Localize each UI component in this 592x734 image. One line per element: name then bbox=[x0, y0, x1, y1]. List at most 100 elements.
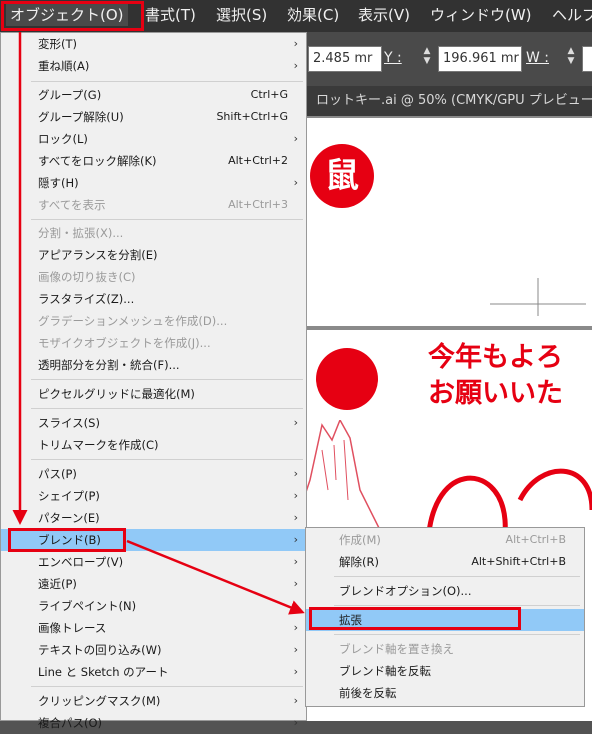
greeting-line-1: 今年もよろ bbox=[428, 342, 563, 373]
submenu-item-reverse-front-back[interactable]: 前後を反転 bbox=[306, 682, 584, 704]
menu-item-shape[interactable]: シェイプ(P) › bbox=[1, 485, 306, 507]
submenu-item-reverse-spine[interactable]: ブレンド軸を反転 bbox=[306, 660, 584, 682]
menu-item-trim-marks[interactable]: トリムマークを作成(C) bbox=[1, 434, 306, 456]
menu-item-hide[interactable]: 隠す(H) › bbox=[1, 172, 306, 194]
annotation-box-expand bbox=[309, 607, 521, 630]
chevron-right-icon: › bbox=[293, 59, 298, 72]
menu-item-label: 遠近(P) bbox=[38, 577, 77, 591]
menu-item-label: トリムマークを作成(C) bbox=[38, 438, 159, 452]
menu-item-path[interactable]: パス(P) › bbox=[1, 463, 306, 485]
menu-help[interactable]: ヘルプ bbox=[552, 4, 592, 26]
artboard-1: 鼠 bbox=[300, 118, 592, 326]
chevron-right-icon: › bbox=[293, 716, 298, 729]
menu-separator bbox=[31, 408, 303, 409]
chevron-right-icon: › bbox=[293, 599, 298, 612]
menu-item-mosaic: モザイクオブジェクトを作成(J)... bbox=[1, 332, 306, 354]
chevron-right-icon: › bbox=[293, 621, 298, 634]
menu-item-label: モザイクオブジェクトを作成(J)... bbox=[38, 336, 211, 350]
menu-item-image-trace[interactable]: 画像トレース › bbox=[1, 617, 306, 639]
menu-item-pattern[interactable]: パターン(E) › bbox=[1, 507, 306, 529]
menu-item-group[interactable]: グループ(G) Ctrl+G bbox=[1, 84, 306, 106]
menu-window[interactable]: ウィンドウ(W) bbox=[430, 4, 532, 26]
submenu-item-label: 作成(M) bbox=[339, 533, 381, 547]
menu-item-arrange[interactable]: 重ね順(A) › bbox=[1, 55, 306, 77]
chevron-right-icon: › bbox=[293, 694, 298, 707]
menu-item-lock[interactable]: ロック(L) › bbox=[1, 128, 306, 150]
menu-separator bbox=[334, 634, 580, 635]
menu-item-compound-path[interactable]: 複合パス(O) › bbox=[1, 712, 306, 734]
menu-item-rasterize[interactable]: ラスタライズ(Z)... bbox=[1, 288, 306, 310]
menu-separator bbox=[31, 686, 303, 687]
submenu-item-release[interactable]: 解除(R) Alt+Shift+Ctrl+B bbox=[306, 551, 584, 573]
menu-separator bbox=[334, 605, 580, 606]
menu-item-envelope[interactable]: エンベロープ(V) › bbox=[1, 551, 306, 573]
menu-item-live-paint[interactable]: ライブペイント(N) › bbox=[1, 595, 306, 617]
menu-item-shortcut: Alt+Ctrl+2 bbox=[228, 154, 288, 167]
menu-item-slice[interactable]: スライス(S) › bbox=[1, 412, 306, 434]
greeting-line-2: お願いいた bbox=[428, 378, 563, 409]
document-tab-bar: ロットキー.ai @ 50% (CMYK/GPU プレビュー) bbox=[300, 86, 592, 116]
menu-item-label: ラスタライズ(Z)... bbox=[38, 292, 135, 306]
menu-item-crop-image: 画像の切り抜き(C) bbox=[1, 266, 306, 288]
menu-separator bbox=[334, 576, 580, 577]
menu-item-line-sketch[interactable]: Line と Sketch のアート › bbox=[1, 661, 306, 683]
menu-separator bbox=[31, 459, 303, 460]
chevron-right-icon: › bbox=[293, 643, 298, 656]
submenu-item-label: ブレンドオプション(O)... bbox=[339, 584, 472, 598]
chevron-right-icon: › bbox=[293, 489, 298, 502]
submenu-item-label: 解除(R) bbox=[339, 555, 379, 569]
w-value-field[interactable] bbox=[582, 46, 592, 72]
menu-item-show-all: すべてを表示 Alt+Ctrl+3 bbox=[1, 194, 306, 216]
menu-item-label: テキストの回り込み(W) bbox=[38, 643, 162, 657]
w-label: W : bbox=[526, 50, 550, 66]
menu-item-gradient-mesh: グラデーションメッシュを作成(D)... bbox=[1, 310, 306, 332]
document-tab[interactable]: ロットキー.ai @ 50% (CMYK/GPU プレビュー) bbox=[300, 86, 592, 116]
menu-type[interactable]: 書式(T) bbox=[145, 4, 196, 26]
menu-separator bbox=[31, 219, 303, 220]
y-stepper-icon[interactable]: ▲ ▼ bbox=[420, 46, 434, 70]
menu-item-label: エンベロープ(V) bbox=[38, 555, 124, 569]
chevron-right-icon: › bbox=[293, 577, 298, 590]
menu-item-flatten-transparency[interactable]: 透明部分を分割・統合(F)... bbox=[1, 354, 306, 376]
menu-item-pixel-perfect[interactable]: ピクセルグリッドに最適化(M) bbox=[1, 383, 306, 405]
crop-mark-icon bbox=[490, 278, 586, 316]
submenu-item-blend-options[interactable]: ブレンドオプション(O)... bbox=[306, 580, 584, 602]
menu-item-text-wrap[interactable]: テキストの回り込み(W) › bbox=[1, 639, 306, 661]
menu-item-ungroup[interactable]: グループ解除(U) Shift+Ctrl+G bbox=[1, 106, 306, 128]
menu-item-label: アピアランスを分割(E) bbox=[38, 248, 158, 262]
menu-item-transform[interactable]: 変形(T) › bbox=[1, 33, 306, 55]
submenu-item-replace-spine: ブレンド軸を置き換え bbox=[306, 638, 584, 660]
menu-item-label: 変形(T) bbox=[38, 37, 77, 51]
y-value-field[interactable]: 196.961 mr bbox=[438, 46, 522, 72]
menu-separator bbox=[31, 81, 303, 82]
menu-item-clipping-mask[interactable]: クリッピングマスク(M) › bbox=[1, 690, 306, 712]
menu-item-label: シェイプ(P) bbox=[38, 489, 100, 503]
menu-item-label: 画像トレース bbox=[38, 621, 107, 635]
menu-item-expand-appearance[interactable]: アピアランスを分割(E) bbox=[1, 244, 306, 266]
menu-item-label: すべてを表示 bbox=[38, 198, 106, 212]
menu-item-expand: 分割・拡張(X)... bbox=[1, 222, 306, 244]
y-label: Y : bbox=[384, 50, 402, 66]
menu-item-label: 隠す(H) bbox=[38, 176, 79, 190]
chevron-right-icon: › bbox=[293, 533, 298, 546]
chevron-right-icon: › bbox=[293, 511, 298, 524]
menu-separator bbox=[31, 379, 303, 380]
chevron-right-icon: › bbox=[293, 467, 298, 480]
menu-effect[interactable]: 効果(C) bbox=[287, 4, 339, 26]
menu-item-label: 複合パス(O) bbox=[38, 716, 103, 730]
menu-item-label: クリッピングマスク(M) bbox=[38, 694, 161, 708]
menu-item-label: Line と Sketch のアート bbox=[38, 665, 169, 679]
submenu-item-make: 作成(M) Alt+Ctrl+B bbox=[306, 529, 584, 551]
menu-select[interactable]: 選択(S) bbox=[216, 4, 267, 26]
submenu-item-label: ブレンド軸を置き換え bbox=[339, 642, 454, 656]
x-value-field[interactable]: 2.485 mr bbox=[308, 46, 382, 72]
menu-item-unlock-all[interactable]: すべてをロック解除(K) Alt+Ctrl+2 bbox=[1, 150, 306, 172]
menu-item-perspective[interactable]: 遠近(P) › bbox=[1, 573, 306, 595]
menu-view[interactable]: 表示(V) bbox=[358, 4, 410, 26]
submenu-item-shortcut: Alt+Shift+Ctrl+B bbox=[471, 555, 566, 568]
w-stepper-icon[interactable]: ▲ ▼ bbox=[564, 46, 578, 70]
chevron-right-icon: › bbox=[293, 416, 298, 429]
menu-item-label: スライス(S) bbox=[38, 416, 100, 430]
control-bar: 2.485 mr Y : ▲ ▼ 196.961 mr W : ▲ ▼ bbox=[300, 32, 592, 86]
menu-item-label: グラデーションメッシュを作成(D)... bbox=[38, 314, 228, 328]
